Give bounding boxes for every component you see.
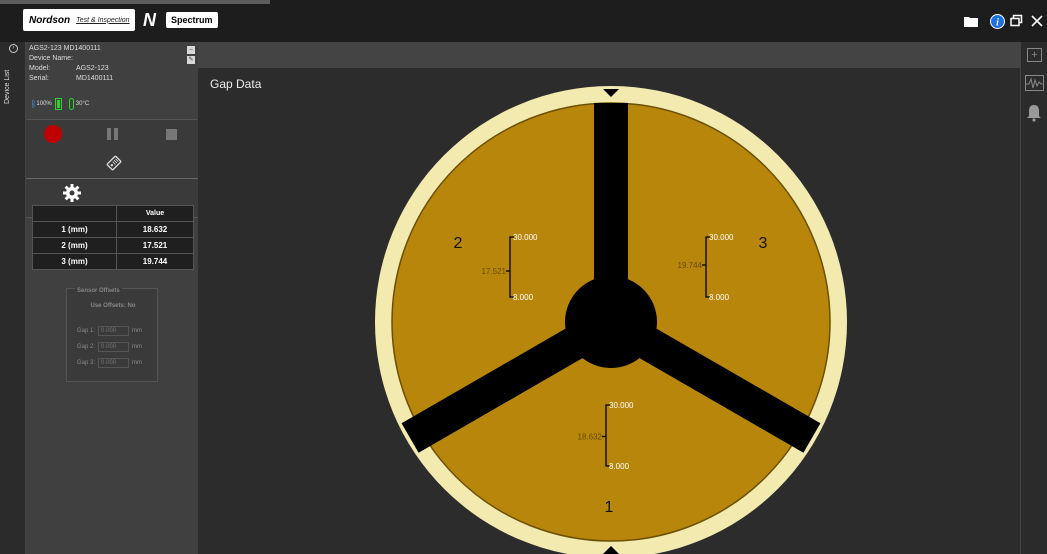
close-icon[interactable]	[1030, 14, 1044, 30]
expand-arrow-icon[interactable]: ›	[9, 44, 18, 53]
top-bar: Nordson Test & Inspection N Spectrum i	[0, 0, 1047, 42]
sensor-offsets-legend: Sensor Offsets	[75, 288, 122, 294]
gap-offset-input[interactable]: 0.000	[98, 326, 130, 336]
table-row: 3 (mm) 19.744	[32, 253, 194, 270]
thermometer-icon	[68, 98, 74, 110]
row-label: 3 (mm)	[32, 253, 117, 270]
stop-button[interactable]	[166, 129, 177, 140]
device-info-panel: AGS2-123 MD1400111 – Device Name: ✎ Mode…	[26, 42, 198, 118]
device-sidebar: AGS2-123 MD1400111 – Device Name: ✎ Mode…	[26, 42, 198, 554]
product-mark: N	[143, 9, 156, 30]
gap-offset-unit: mm	[132, 360, 143, 366]
recording-controls	[26, 119, 198, 218]
battery-level: 100%	[36, 101, 52, 107]
sensor-offsets-group: Sensor Offsets Use Offsets: No Gap 1: 0.…	[66, 288, 158, 382]
tag-icon[interactable]	[104, 153, 124, 173]
collapse-icon[interactable]: –	[187, 46, 195, 54]
row-value: 18.632	[116, 221, 194, 238]
gap-offset-row: Gap 3: 0.000 mm	[77, 358, 142, 368]
serial-label: Serial:	[29, 75, 49, 82]
device-name-label: Device Name:	[29, 55, 73, 62]
battery-icon	[54, 98, 62, 110]
brand-name: Nordson	[29, 14, 71, 26]
row-value: 17.521	[116, 237, 194, 254]
gap-offset-label: Gap 1:	[77, 328, 96, 334]
folder-icon[interactable]	[963, 14, 979, 30]
column-header-label	[32, 205, 117, 222]
use-offsets-status: Use Offsets: No	[90, 303, 136, 309]
brand-subtitle: Test & Inspection	[76, 16, 130, 24]
restore-window-icon[interactable]	[1009, 14, 1023, 30]
spectrum-logo: N Spectrum	[143, 9, 219, 31]
model-value: AGS2-123	[76, 65, 109, 72]
edit-icon[interactable]: ✎	[187, 56, 195, 64]
product-name: Spectrum	[166, 12, 218, 28]
row-label: 1 (mm)	[32, 221, 117, 238]
table-row: 2 (mm) 17.521	[32, 237, 194, 254]
add-panel-icon[interactable]: +	[1027, 48, 1042, 62]
gap-offset-label: Gap 2:	[77, 344, 96, 350]
row-label: 2 (mm)	[32, 237, 117, 254]
table-row: 1 (mm) 18.632	[32, 221, 194, 238]
bell-icon[interactable]	[1026, 104, 1042, 122]
main-top-band	[198, 42, 1020, 68]
record-button[interactable]	[44, 125, 62, 143]
settings-bar	[26, 178, 198, 207]
top-strip	[0, 0, 270, 4]
main-panel: Gap Data	[198, 42, 1020, 554]
waveform-icon[interactable]	[1025, 75, 1044, 91]
temperature-value: 30°C	[75, 101, 90, 107]
gap-offset-unit: mm	[132, 328, 143, 334]
pause-button[interactable]	[107, 128, 119, 140]
gap-offset-row: Gap 2: 0.000 mm	[77, 342, 142, 352]
column-header-value: Value	[116, 205, 194, 222]
model-label: Model:	[29, 65, 51, 72]
gap-offset-unit: mm	[132, 344, 143, 350]
table-header: Value	[32, 205, 194, 222]
gap-offset-input[interactable]: 0.000	[98, 342, 130, 352]
gap-offset-input[interactable]: 0.000	[98, 358, 130, 368]
right-toolbar: +	[1020, 42, 1047, 554]
status-row: ᛒ 100% 30°C	[31, 98, 90, 110]
serial-value: MD1400111	[76, 75, 114, 82]
gap-offset-label: Gap 3:	[77, 360, 96, 366]
info-icon[interactable]: i	[989, 14, 1005, 30]
app-window: Nordson Test & Inspection N Spectrum i ›…	[0, 0, 1047, 554]
gear-icon[interactable]	[62, 183, 82, 203]
device-header: AGS2-123 MD1400111	[29, 45, 101, 52]
device-list-label[interactable]: Device List	[4, 56, 11, 104]
svg-text:i: i	[996, 18, 999, 29]
row-value: 19.744	[116, 253, 194, 270]
gap-value-table: Value 1 (mm) 18.632 2 (mm) 17.521 3 (mm)…	[32, 205, 194, 270]
nordson-logo: Nordson Test & Inspection	[23, 9, 135, 31]
page-title: Gap Data	[210, 77, 262, 91]
device-list-strip[interactable]: › Device List	[0, 42, 26, 554]
gap-offset-row: Gap 1: 0.000 mm	[77, 326, 142, 336]
